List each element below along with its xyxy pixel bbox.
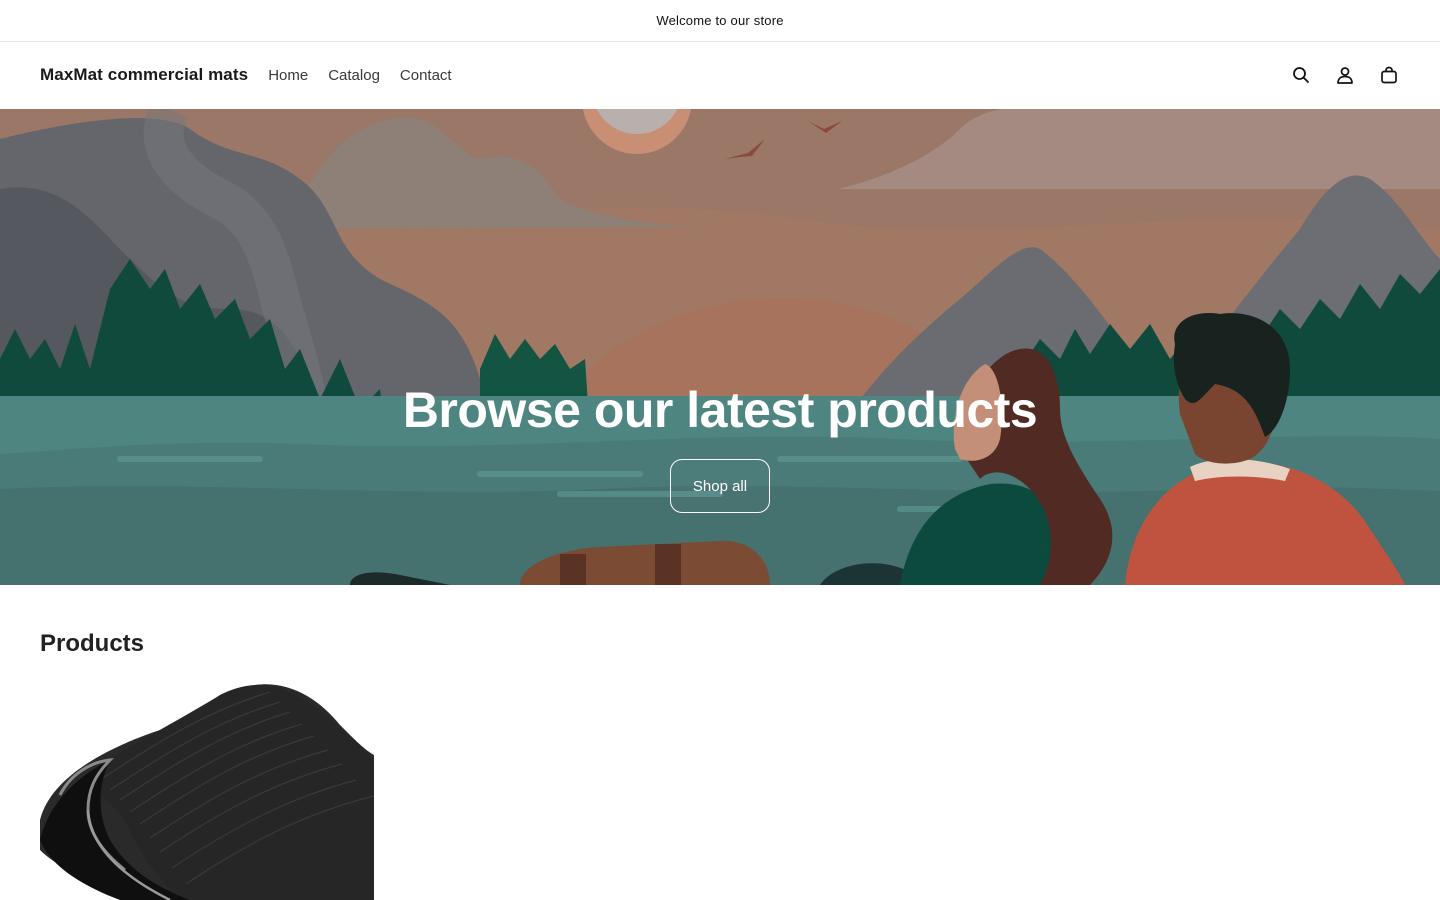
product-image xyxy=(40,680,374,900)
nav-item-home[interactable]: Home xyxy=(268,67,308,84)
main-nav: Home Catalog Contact xyxy=(268,67,451,84)
products-heading: Products xyxy=(40,630,145,657)
nav-item-contact[interactable]: Contact xyxy=(400,67,452,84)
announcement-text: Welcome to our store xyxy=(656,13,784,28)
hero-content: Browse our latest products Shop all xyxy=(0,109,1440,585)
store-logo[interactable]: MaxMat commercial mats xyxy=(40,65,248,85)
search-icon[interactable] xyxy=(1290,64,1312,86)
account-icon[interactable] xyxy=(1334,64,1356,86)
hero-banner: Browse our latest products Shop all xyxy=(0,109,1440,585)
cart-icon[interactable] xyxy=(1378,64,1400,86)
announcement-bar: Welcome to our store xyxy=(0,0,1440,42)
nav-item-catalog[interactable]: Catalog xyxy=(328,67,380,84)
hero-title: Browse our latest products xyxy=(402,382,1038,438)
product-card[interactable] xyxy=(40,680,374,900)
header-icons xyxy=(1290,42,1400,108)
site-header: MaxMat commercial mats Home Catalog Cont… xyxy=(0,42,1440,108)
shop-all-button[interactable]: Shop all xyxy=(670,459,770,513)
